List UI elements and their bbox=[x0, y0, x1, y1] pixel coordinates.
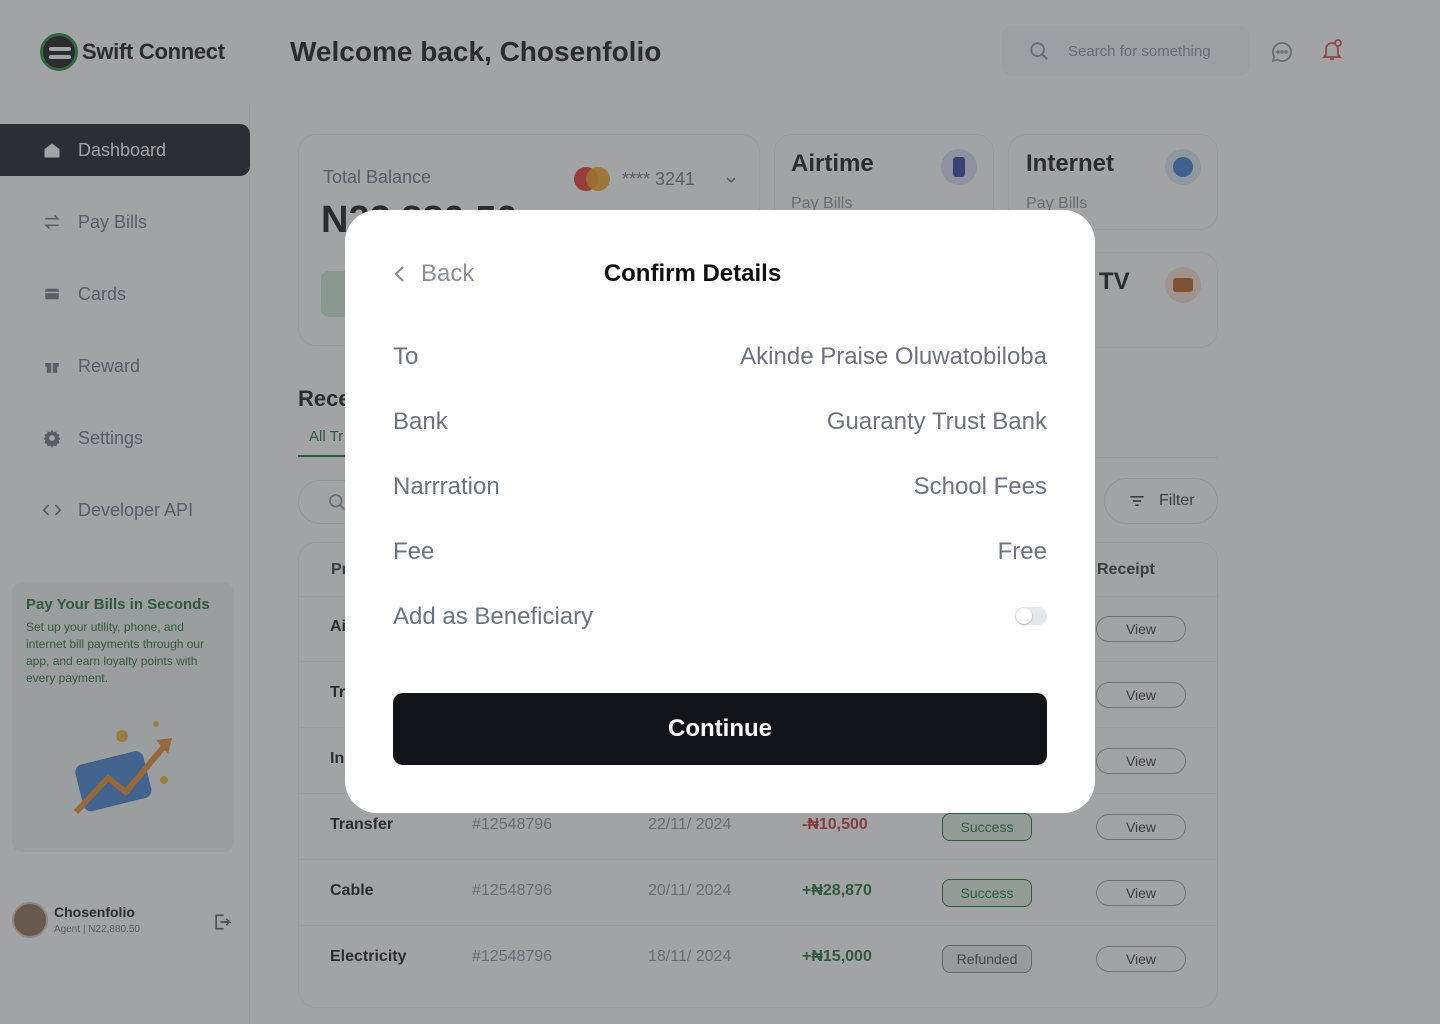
detail-value: Guaranty Trust Bank bbox=[826, 408, 1047, 435]
detail-label: Bank bbox=[393, 408, 448, 435]
beneficiary-toggle[interactable] bbox=[1015, 607, 1047, 625]
detail-row-beneficiary: Add as Beneficiary bbox=[393, 603, 1047, 635]
detail-row-fee: Fee Free bbox=[393, 538, 1047, 570]
detail-value: Akinde Praise Oluwatobiloba bbox=[740, 343, 1047, 370]
beneficiary-label: Add as Beneficiary bbox=[393, 603, 594, 630]
detail-row-to: To Akinde Praise Oluwatobiloba bbox=[393, 343, 1047, 375]
detail-label: To bbox=[393, 343, 419, 370]
detail-label: Fee bbox=[393, 538, 435, 565]
detail-row-bank: Bank Guaranty Trust Bank bbox=[393, 408, 1047, 440]
detail-value: School Fees bbox=[913, 473, 1047, 500]
continue-button[interactable]: Continue bbox=[393, 693, 1047, 765]
detail-value: Free bbox=[997, 538, 1047, 565]
detail-row-narration: Narrration School Fees bbox=[393, 473, 1047, 505]
modal-title: Confirm Details bbox=[603, 260, 782, 287]
detail-label: Narrration bbox=[393, 473, 500, 500]
confirm-details-modal: Back Confirm Details To Akinde Praise Ol… bbox=[345, 210, 1095, 813]
